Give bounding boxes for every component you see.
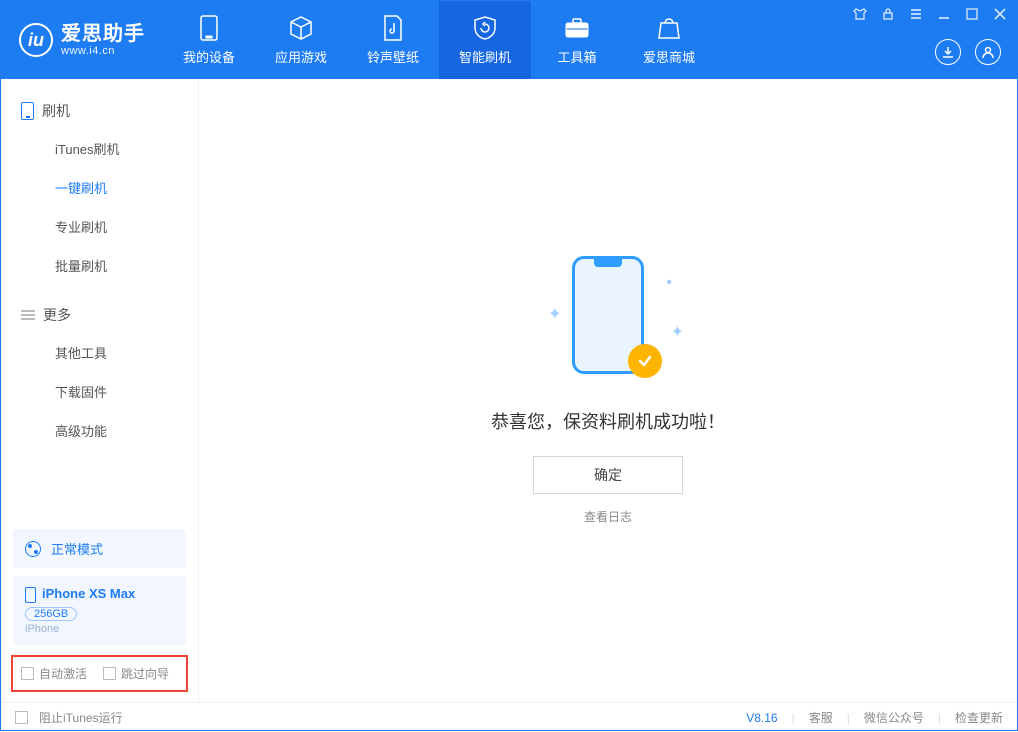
top-nav: 我的设备 应用游戏 铃声壁纸 智能刷机 工具箱 爱思商城 bbox=[163, 1, 715, 79]
app-logo: iu 爱思助手 www.i4.cn bbox=[1, 1, 163, 79]
sidebar-section-flash: 刷机 bbox=[1, 93, 198, 129]
device-mode[interactable]: 正常模式 bbox=[13, 529, 186, 568]
bag-icon bbox=[656, 15, 682, 41]
nav-ringtones[interactable]: 铃声壁纸 bbox=[347, 1, 439, 79]
app-name: 爱思助手 bbox=[61, 23, 145, 45]
device-capacity: 256GB bbox=[25, 607, 77, 621]
check-badge-icon bbox=[628, 344, 662, 378]
shield-refresh-icon bbox=[472, 15, 498, 41]
ok-button[interactable]: 确定 bbox=[533, 456, 683, 494]
check-update-link[interactable]: 检查更新 bbox=[955, 709, 1003, 726]
logo-icon: iu bbox=[19, 23, 53, 57]
window-controls bbox=[853, 1, 1017, 79]
titlebar: iu 爱思助手 www.i4.cn 我的设备 应用游戏 铃声壁纸 智能刷机 工具… bbox=[1, 1, 1017, 79]
download-icon[interactable] bbox=[935, 39, 961, 65]
sparkle-icon: ✦ bbox=[671, 322, 684, 342]
shirt-icon[interactable] bbox=[853, 7, 867, 21]
nav-flash[interactable]: 智能刷机 bbox=[439, 1, 531, 79]
sidebar-section-more: 更多 bbox=[1, 297, 198, 333]
sparkle-icon: ✦ bbox=[548, 304, 561, 324]
device-small-icon bbox=[21, 102, 34, 120]
close-icon[interactable] bbox=[993, 7, 1007, 21]
sidebar-item-batch[interactable]: 批量刷机 bbox=[1, 246, 198, 285]
maximize-icon[interactable] bbox=[965, 7, 979, 21]
device-type: iPhone bbox=[25, 623, 174, 635]
nav-apps[interactable]: 应用游戏 bbox=[255, 1, 347, 79]
sidebar-item-onekey[interactable]: 一键刷机 bbox=[1, 168, 198, 207]
checkbox-auto-activate[interactable]: 自动激活 bbox=[21, 665, 87, 682]
checkbox-skip-wizard[interactable]: 跳过向导 bbox=[103, 665, 169, 682]
nav-device[interactable]: 我的设备 bbox=[163, 1, 255, 79]
main-content: ✦ • ✦ 恭喜您，保资料刷机成功啦！ 确定 查看日志 bbox=[199, 79, 1017, 702]
success-message: 恭喜您，保资料刷机成功啦！ bbox=[491, 408, 725, 434]
sparkle-icon: • bbox=[666, 274, 672, 292]
menu-icon[interactable] bbox=[909, 7, 923, 21]
sidebar-item-pro[interactable]: 专业刷机 bbox=[1, 207, 198, 246]
app-domain: www.i4.cn bbox=[61, 45, 145, 57]
success-illustration: ✦ • ✦ bbox=[548, 256, 668, 386]
lock-icon[interactable] bbox=[881, 7, 895, 21]
list-icon bbox=[21, 310, 35, 320]
user-icon[interactable] bbox=[975, 39, 1001, 65]
minimize-icon[interactable] bbox=[937, 7, 951, 21]
phone-small-icon bbox=[25, 587, 36, 603]
view-log-link[interactable]: 查看日志 bbox=[584, 508, 632, 525]
device-info[interactable]: iPhone XS Max 256GB iPhone bbox=[13, 576, 186, 645]
cube-icon bbox=[288, 15, 314, 41]
device-icon bbox=[196, 15, 222, 41]
sidebar: 刷机 iTunes刷机 一键刷机 专业刷机 批量刷机 更多 其他工具 下载固件 … bbox=[1, 79, 199, 702]
music-file-icon bbox=[380, 15, 406, 41]
statusbar: 阻止iTunes运行 V8.16 | 客服 | 微信公众号 | 检查更新 bbox=[1, 702, 1017, 732]
support-link[interactable]: 客服 bbox=[809, 709, 833, 726]
nav-store[interactable]: 爱思商城 bbox=[623, 1, 715, 79]
options-highlighted: 自动激活 跳过向导 bbox=[11, 655, 188, 692]
version-label[interactable]: V8.16 bbox=[746, 711, 777, 725]
checkbox-block-itunes[interactable]: 阻止iTunes运行 bbox=[15, 709, 123, 726]
sidebar-item-firmware[interactable]: 下载固件 bbox=[1, 372, 198, 411]
sidebar-item-other[interactable]: 其他工具 bbox=[1, 333, 198, 372]
wechat-link[interactable]: 微信公众号 bbox=[864, 709, 924, 726]
sidebar-item-advanced[interactable]: 高级功能 bbox=[1, 411, 198, 450]
toolbox-icon bbox=[564, 15, 590, 41]
mode-icon bbox=[25, 541, 41, 557]
sidebar-item-itunes[interactable]: iTunes刷机 bbox=[1, 129, 198, 168]
nav-toolbox[interactable]: 工具箱 bbox=[531, 1, 623, 79]
